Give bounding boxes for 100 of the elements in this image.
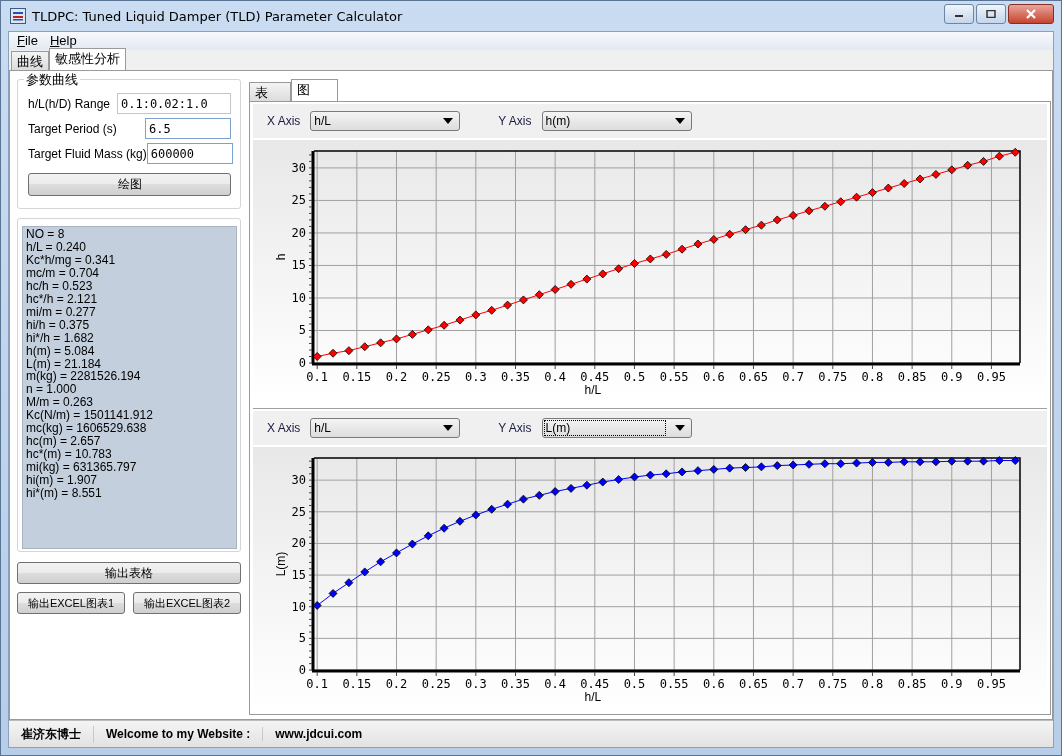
data-point [582, 274, 592, 284]
field-label: Target Period (s) [28, 121, 117, 136]
tick-label: 20 [291, 225, 306, 240]
tick-label: 0.85 [897, 677, 927, 691]
axis-title: L(m) [274, 551, 288, 577]
input-field[interactable]: 0.1:0.02:1.0 [117, 93, 231, 114]
tick-label: 0.35 [501, 370, 530, 384]
data-point [709, 465, 719, 474]
data-point [534, 490, 544, 500]
tick-label: 0.6 [702, 677, 725, 691]
caret-icon [443, 118, 454, 124]
data-point [677, 244, 687, 254]
result-line: M/m = 0.263 [26, 396, 95, 410]
result-line: hc*/h = 2.121 [26, 292, 99, 306]
result-line: mi(kg) = 631365.797 [26, 461, 138, 475]
result-line: hi*/h = 1.682 [26, 331, 95, 345]
menu-item[interactable]: Help [44, 32, 82, 50]
result-line: n = 1.000 [26, 383, 78, 397]
tick-label: 0.55 [659, 370, 689, 384]
axis-label: Y Axis [498, 421, 532, 435]
data-point [788, 211, 798, 220]
tick-label: 0.2 [385, 370, 408, 384]
data-point [487, 305, 497, 315]
axis-dropdown[interactable]: L(m) [541, 418, 692, 438]
axis-label: X Axis [267, 114, 301, 128]
data-point [852, 192, 861, 202]
axis-dropdown[interactable]: h(m) [541, 111, 692, 131]
caret-icon [443, 425, 454, 431]
maximize-button[interactable] [976, 4, 1006, 24]
status-text: Welcome to my Website : [94, 727, 264, 741]
data-point [630, 472, 639, 482]
export-chart-button[interactable]: 输出EXCEL图表2 [133, 592, 241, 614]
data-point [471, 510, 481, 520]
tab[interactable]: 曲线 [11, 51, 49, 70]
tab[interactable]: 表 [249, 82, 291, 101]
data-point [963, 160, 973, 170]
tick-label: 0.1 [306, 370, 328, 384]
data-point [360, 567, 370, 577]
axis-dropdown[interactable]: h/L [310, 111, 461, 131]
result-line: h/L = 0.240 [26, 240, 87, 254]
tick-label: 30 [291, 160, 306, 175]
input-field[interactable]: 600000 [146, 143, 233, 164]
tick-label: 0.1 [306, 677, 328, 691]
export-table-button[interactable]: 输出表格 [17, 562, 241, 584]
data-point [519, 494, 528, 504]
tick-label: 0.5 [623, 677, 646, 691]
result-line: mc(kg) = 1606529.638 [26, 422, 148, 436]
axis-title: h/L [584, 383, 602, 397]
result-line: L(m) = 21.184 [26, 357, 102, 371]
data-point [868, 188, 877, 197]
data-point [757, 220, 766, 230]
tab[interactable]: 敏感性分析 [49, 48, 126, 70]
tick-label: 0.3 [465, 370, 487, 384]
data-point [328, 589, 338, 598]
tick-label: 0.8 [861, 370, 884, 384]
axis-dropdown[interactable]: h/L [310, 418, 461, 438]
tab[interactable]: 图 [291, 79, 338, 101]
data-point [614, 264, 623, 274]
tick-label: 25 [291, 193, 306, 208]
data-point [392, 548, 401, 558]
export-chart-button[interactable]: 输出EXCEL图表1 [17, 592, 125, 614]
tick-label: 0.4 [544, 677, 566, 691]
input-field[interactable]: 6.5 [145, 118, 231, 139]
tick-label: 0 [298, 356, 306, 370]
tick-label: 0.85 [897, 370, 927, 384]
data-point [741, 463, 750, 472]
data-point [312, 601, 322, 610]
data-point [550, 487, 560, 496]
data-point [423, 531, 433, 541]
tick-label: 0.2 [385, 677, 408, 691]
caret-icon [674, 118, 685, 124]
data-point [645, 470, 655, 480]
data-point [741, 225, 750, 235]
group-title: 参数曲线 [24, 71, 80, 89]
data-point [820, 201, 830, 211]
data-point [344, 578, 354, 588]
app-icon [10, 8, 26, 24]
tick-label: 0.25 [421, 370, 451, 384]
data-point [376, 557, 386, 567]
tick-label: 0.45 [580, 677, 610, 691]
minimize-button[interactable] [944, 4, 974, 24]
tick-label: 5 [298, 323, 306, 338]
data-point [899, 179, 909, 188]
data-point [725, 463, 735, 473]
status-text: 崔济东博士 [9, 725, 94, 743]
data-point [423, 325, 433, 335]
result-line: Kc*h/mg = 0.341 [26, 253, 117, 267]
tick-label: 0.7 [782, 370, 804, 384]
plot-button[interactable]: 绘图 [28, 173, 231, 196]
data-point [376, 338, 386, 348]
data-point [487, 504, 497, 514]
result-line: Kc(N/m) = 1501141.912 [26, 409, 154, 423]
tick-label: 0.75 [818, 370, 848, 384]
tick-label: 15 [291, 568, 306, 583]
menu-item[interactable]: File [12, 32, 43, 50]
data-point [550, 285, 560, 294]
data-point [630, 259, 639, 268]
result-line: mc/m = 0.704 [26, 266, 101, 280]
tick-label: 10 [291, 599, 306, 614]
close-button[interactable] [1008, 4, 1054, 24]
